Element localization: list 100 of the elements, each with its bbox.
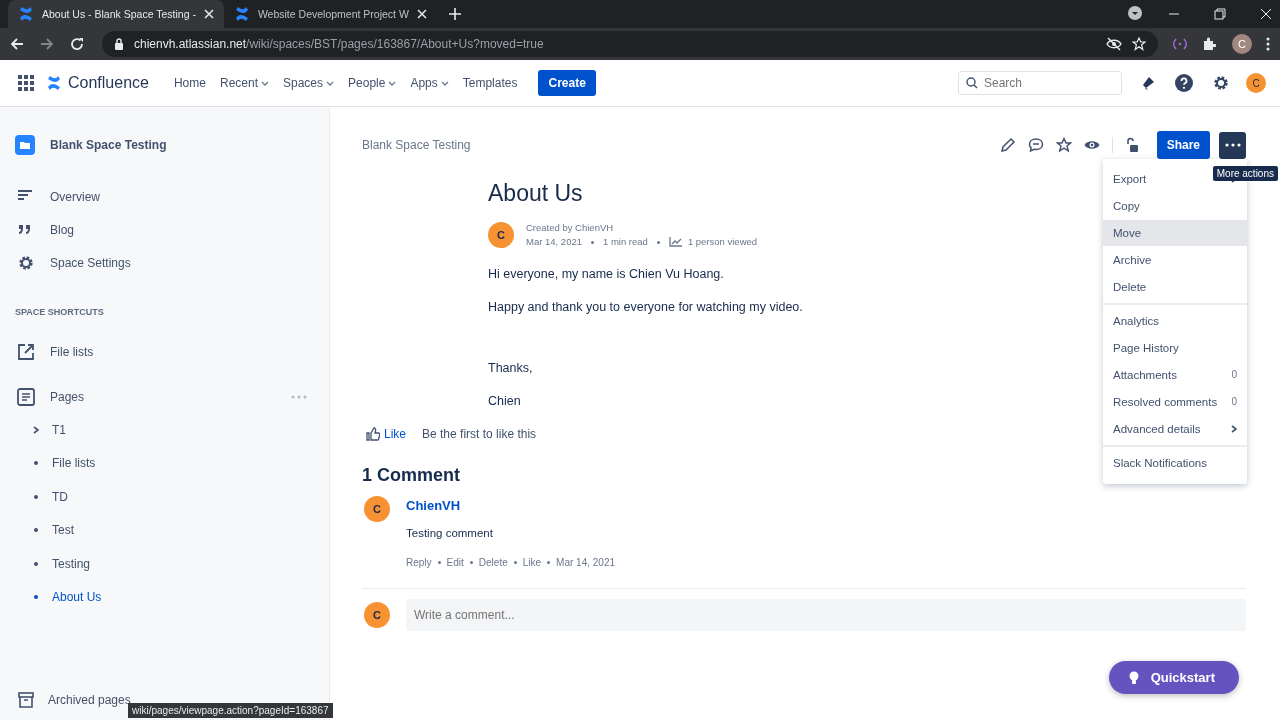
- thumbs-up-icon: [366, 427, 380, 441]
- space-name[interactable]: Blank Space Testing: [50, 138, 167, 152]
- user-avatar[interactable]: C: [1246, 73, 1266, 93]
- broadcast-icon[interactable]: [1172, 38, 1188, 50]
- menu-item[interactable]: Resolved comments 0: [1103, 388, 1247, 416]
- address-field[interactable]: chienvh.atlassian.net/wiki/spaces/BST/pages/163867/About+Us?moved=true: [102, 31, 1158, 57]
- menu-item[interactable]: Analytics: [1103, 308, 1247, 335]
- chevron-right-icon[interactable]: [32, 425, 40, 434]
- views-link[interactable]: 1 person viewed: [687, 235, 758, 249]
- pages-label[interactable]: Pages: [50, 389, 85, 404]
- nav-menu-button[interactable]: Home: [168, 72, 211, 94]
- nav-menu-button[interactable]: People: [343, 72, 402, 94]
- close-icon[interactable]: [1260, 8, 1272, 20]
- eye-icon[interactable]: [1083, 139, 1100, 151]
- author-avatar[interactable]: C: [488, 222, 514, 248]
- app-switcher-icon[interactable]: [18, 75, 34, 91]
- close-icon[interactable]: [203, 9, 214, 19]
- count-text: 0: [1231, 396, 1237, 408]
- more-actions-button[interactable]: [1219, 131, 1246, 159]
- more-icon: [1224, 143, 1241, 147]
- settings-icon: [17, 253, 35, 272]
- user-avatar[interactable]: C: [364, 602, 390, 628]
- settings-icon[interactable]: [1212, 74, 1230, 92]
- menu-item[interactable]: Archive: [1103, 246, 1247, 274]
- tooltip: More actions: [1212, 166, 1278, 181]
- section-heading: SPACE SHORTCUTS: [15, 307, 105, 317]
- bullet-icon: [32, 559, 40, 568]
- nav-menu-button[interactable]: Apps: [405, 72, 454, 94]
- page-tree-item[interactable]: Testing: [52, 556, 91, 571]
- page-title: About Us: [488, 180, 583, 207]
- count-text: 0: [1231, 369, 1237, 381]
- pencil-icon[interactable]: [999, 137, 1016, 153]
- page-tree-item[interactable]: File lists: [52, 456, 96, 471]
- commenter-avatar[interactable]: C: [364, 496, 390, 522]
- page-tree-item[interactable]: T1: [52, 422, 66, 437]
- menu-item[interactable]: Attachments 0: [1103, 361, 1247, 389]
- product-name: Confluence: [68, 74, 149, 92]
- puzzle-icon[interactable]: [1202, 37, 1216, 51]
- star-icon[interactable]: [1055, 137, 1072, 153]
- menu-item[interactable]: Slack Notifications: [1103, 449, 1247, 477]
- back-icon[interactable]: [10, 37, 24, 51]
- comment-icon[interactable]: [1027, 137, 1044, 153]
- dropdown-icon[interactable]: [1128, 6, 1142, 20]
- confluence-logo-icon: [46, 75, 62, 91]
- share-button[interactable]: Share: [1156, 131, 1210, 159]
- comment-action-link[interactable]: Edit: [446, 557, 464, 568]
- nav-menu-button[interactable]: Recent: [214, 72, 274, 94]
- sidebar-item[interactable]: Blog: [15, 213, 307, 246]
- comment-field[interactable]: Write a comment...: [406, 599, 1246, 631]
- browser-tab[interactable]: Website Development Project W: [223, 0, 437, 28]
- bullet-icon: [32, 593, 40, 602]
- paragraph: Chien: [488, 394, 521, 408]
- comment-action-link[interactable]: Reply: [406, 557, 432, 568]
- paragraph: Happy and thank you to everyone for watching my video.: [488, 300, 803, 314]
- document-icon: [17, 387, 35, 406]
- help-icon[interactable]: [1174, 73, 1194, 93]
- comment-date: Mar 14, 2021: [556, 557, 615, 568]
- confluence-logo-icon: [233, 6, 250, 22]
- notification-icon[interactable]: [1140, 75, 1156, 91]
- page-tree-item[interactable]: Test: [52, 523, 74, 538]
- sidebar-item[interactable]: Space Settings: [15, 246, 307, 279]
- menu-item[interactable]: Copy: [1103, 192, 1247, 220]
- archived-pages-link[interactable]: Archived pages: [48, 693, 131, 707]
- bullet-icon: [32, 492, 40, 501]
- reload-icon[interactable]: [70, 37, 84, 51]
- like-button[interactable]: Like: [362, 427, 406, 441]
- menu-item[interactable]: Move: [1103, 219, 1247, 247]
- breadcrumb-link[interactable]: Blank Space Testing: [362, 137, 471, 152]
- sidebar-item[interactable]: Overview: [15, 180, 307, 213]
- forward-icon[interactable]: [40, 37, 54, 51]
- browser-tab[interactable]: About Us - Blank Space Testing -: [8, 0, 224, 28]
- create-button[interactable]: Create: [538, 70, 596, 96]
- menu-item[interactable]: Advanced details: [1103, 415, 1247, 442]
- more-icon[interactable]: [1266, 37, 1270, 51]
- restore-icon[interactable]: [1214, 8, 1226, 20]
- space-icon: [15, 135, 35, 155]
- bullet-icon: [32, 526, 40, 535]
- comment-action-link[interactable]: Delete: [478, 557, 508, 568]
- close-icon[interactable]: [416, 9, 427, 19]
- shortcut-link[interactable]: File lists: [15, 335, 307, 368]
- lock-icon: [114, 38, 124, 50]
- page-tree-item[interactable]: TD: [52, 489, 68, 504]
- date-text: Mar 14, 2021: [526, 235, 582, 249]
- chart-icon: [668, 237, 682, 247]
- new-tab-icon[interactable]: [448, 8, 461, 20]
- search-field[interactable]: Search: [958, 71, 1122, 95]
- bullet-icon: [32, 459, 40, 468]
- unlocked-icon[interactable]: [1124, 137, 1139, 153]
- nav-menu-button[interactable]: Templates: [457, 72, 523, 94]
- author-link[interactable]: ChienVH: [406, 498, 615, 513]
- hidden-eye-icon[interactable]: [1106, 37, 1122, 51]
- comment-action-link[interactable]: Like: [522, 557, 542, 568]
- address-text: chienvh.atlassian.net/wiki/spaces/BST/pages/163867/About+Us?moved=true: [134, 37, 544, 51]
- menu-item[interactable]: Delete: [1103, 273, 1247, 300]
- menu-item[interactable]: Page History: [1103, 334, 1247, 362]
- comment-text: Testing comment: [406, 527, 494, 539]
- page-tree-item[interactable]: About Us: [52, 590, 102, 605]
- quickstart-button[interactable]: Quickstart: [1108, 661, 1239, 694]
- read-time: 1 min read: [603, 235, 648, 249]
- nav-menu-button[interactable]: Spaces: [278, 72, 340, 94]
